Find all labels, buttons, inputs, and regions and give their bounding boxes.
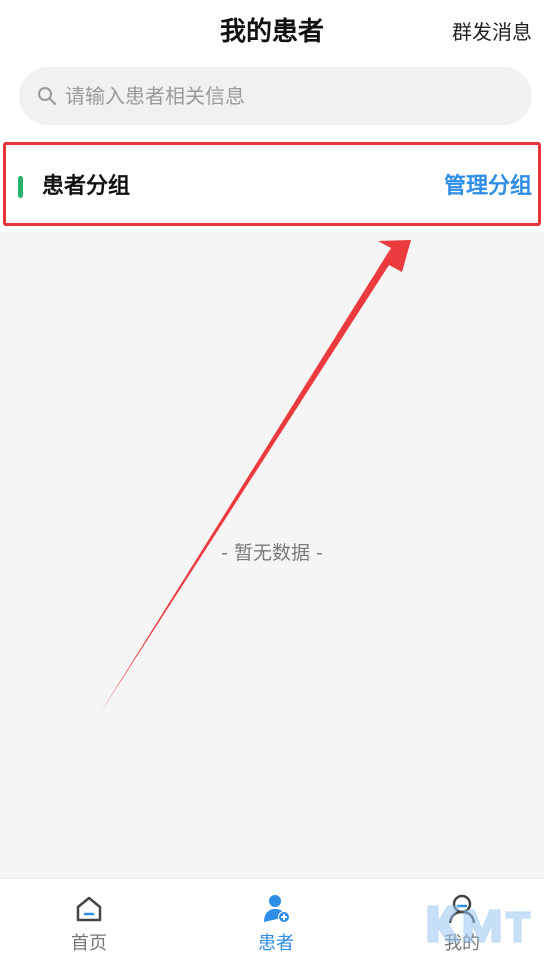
tab-patients-label: 患者	[258, 933, 294, 954]
tab-patients[interactable]: 患者	[216, 879, 336, 956]
tab-home[interactable]: 首页	[29, 879, 149, 956]
patient-group-title: 患者分组	[42, 174, 131, 199]
section-accent-bar	[18, 176, 23, 198]
empty-state-text: - 暂无数据 -	[221, 542, 323, 564]
app-screen: 我的患者 群发消息 患者分组 管理分组 - 暂无数据 - 首页	[0, 0, 544, 956]
manage-groups-link[interactable]: 管理分组	[444, 168, 532, 206]
search-input[interactable]	[65, 67, 505, 125]
tab-home-label: 首页	[71, 933, 107, 954]
top-header: 我的患者 群发消息	[0, 0, 544, 138]
watermark-logo	[427, 905, 531, 943]
home-icon	[76, 896, 102, 922]
search-box[interactable]	[19, 67, 532, 125]
bulk-message-button[interactable]: 群发消息	[452, 14, 532, 50]
patient-icon	[264, 895, 290, 923]
search-icon	[38, 87, 56, 105]
